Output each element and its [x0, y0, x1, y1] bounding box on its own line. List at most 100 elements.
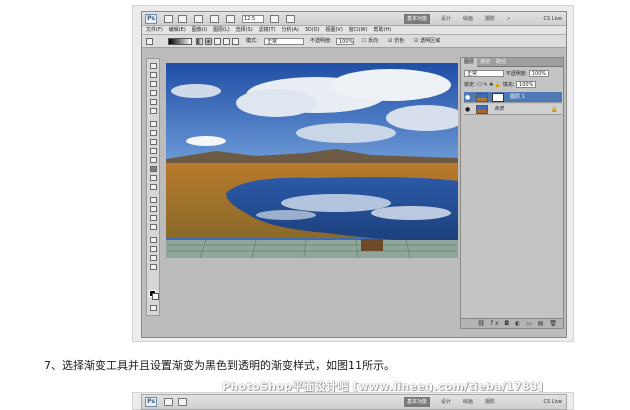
- bridge-icon: [164, 15, 173, 23]
- layers-panel: 图层 通道 路径 正常 不透明度: 100% 锁定: ☐ ✎ ✥ 🔒 填充: 100…: [460, 57, 564, 329]
- menu-window: 窗口(W): [348, 27, 368, 33]
- menu-layer: 图层(L): [213, 27, 230, 33]
- lock-icons: ☐ ✎ ✥ 🔒: [477, 82, 502, 88]
- layer-mask-thumbnail: [492, 93, 504, 102]
- lock-icon: 🔒: [550, 106, 558, 113]
- figure-2-frame: Ps 基本功能 设计 绘画 摄影 CS Live: [132, 392, 574, 410]
- workspace-design: 设计: [441, 16, 452, 22]
- zoom-level: 12.5: [242, 15, 264, 23]
- quick-mask-icon: [150, 305, 157, 311]
- blend-mode-select: 正常: [464, 70, 504, 77]
- move-tool-icon: [150, 63, 157, 69]
- angle-gradient-icon: [214, 38, 221, 45]
- healing-brush-tool-icon: [150, 121, 157, 127]
- tool-preset-icon: [146, 38, 153, 45]
- panel-opacity-value: 100%: [528, 70, 550, 77]
- layer-name: 背景: [494, 106, 505, 112]
- lasso-tool-icon: [150, 81, 157, 87]
- menu-view: 视图(V): [325, 27, 343, 33]
- path-select-tool-icon: [150, 215, 157, 221]
- opacity-value: 100%: [336, 38, 354, 45]
- panel-tabs: 图层 通道 路径: [461, 58, 563, 67]
- gradient-tool-icon: [150, 166, 157, 172]
- screen-mode-icon: [286, 15, 295, 23]
- dither-checkbox: ☑ 仿色: [388, 38, 405, 44]
- app-bar: Ps 12.5 基本功能 设计 绘画 摄影 » CS Live: [142, 12, 566, 26]
- quick-select-tool-icon: [150, 90, 157, 96]
- workspace-more: »: [507, 16, 511, 22]
- menu-filter: 滤镜(T): [258, 27, 276, 33]
- menu-image: 图像(I): [191, 27, 208, 33]
- layer-name: 图层 1: [510, 94, 525, 100]
- panel-bottom-icons: ⛓ fx ◘ ◐ ▭ ▤ 🗑: [461, 318, 563, 328]
- ps-logo: Ps: [145, 14, 157, 24]
- blur-tool-icon: [150, 175, 157, 181]
- photoshop-window: Ps 12.5 基本功能 设计 绘画 摄影 » CS Live 文件(F) 编辑…: [141, 11, 567, 338]
- document-canvas: [166, 63, 458, 258]
- cs-live: CS Live: [543, 16, 562, 22]
- hand-tool-icon: [150, 255, 157, 261]
- lock-label: 锁定:: [464, 82, 476, 88]
- fill-value: 100%: [516, 81, 537, 88]
- radial-gradient-icon: [205, 38, 212, 45]
- dither-label: 仿色: [394, 38, 405, 44]
- mode-label: 模式:: [246, 38, 258, 44]
- eyedropper-tool-icon: [150, 108, 157, 114]
- landscape-photo-image: [166, 63, 458, 258]
- 3d-orbit-tool-icon: [150, 246, 157, 252]
- reverse-checkbox: ☐ 反向: [362, 38, 379, 44]
- brush-tool-icon: [150, 130, 157, 136]
- workspace-essentials: 基本功能: [404, 14, 431, 24]
- bridge-icon: [164, 398, 173, 406]
- blend-row: 正常 不透明度: 100%: [464, 70, 550, 78]
- eraser-tool-icon: [150, 157, 157, 163]
- background-color-swatch: [152, 293, 159, 300]
- zoom-tool-icon: [150, 264, 157, 270]
- reflected-gradient-icon: [223, 38, 230, 45]
- options-bar: 模式: 正常 不透明度: 100% ☐ 反向 ☑ 仿色 ☑ 透明区域: [142, 35, 566, 48]
- visibility-eye-icon: ●: [465, 94, 471, 101]
- menu-edit: 编辑(E): [168, 27, 186, 33]
- diamond-gradient-icon: [232, 38, 239, 45]
- menu-help: 帮助(H): [373, 27, 392, 33]
- mode-select: 正常: [264, 38, 304, 45]
- step-caption: 7、选择渐变工具并且设置渐变为黑色到透明的渐变样式，如图11所示。: [44, 359, 395, 372]
- menu-file: 文件(F): [146, 27, 163, 33]
- panel-opacity-label: 不透明度:: [505, 71, 528, 77]
- history-brush-tool-icon: [150, 148, 157, 154]
- dodge-tool-icon: [150, 184, 157, 190]
- layer-thumbnail: [476, 93, 488, 102]
- opacity-label: 不透明度:: [310, 38, 332, 44]
- shape-tool-icon: [150, 224, 157, 230]
- tab-layers: 图层: [461, 58, 478, 67]
- workspace-photography: 摄影: [485, 16, 496, 22]
- crop-tool-icon: [150, 99, 157, 105]
- menu-select: 选择(S): [235, 27, 253, 33]
- view-extras-icon: [194, 15, 203, 23]
- menu-bar: 文件(F) 编辑(E) 图像(I) 图层(L) 选择(S) 滤镜(T) 分析(A…: [142, 26, 566, 35]
- clone-stamp-tool-icon: [150, 139, 157, 145]
- transparency-checkbox: ☑ 透明区域: [414, 38, 441, 44]
- visibility-eye-icon: ●: [465, 106, 471, 113]
- tab-paths: 路径: [496, 59, 507, 65]
- transparency-label: 透明区域: [420, 38, 441, 44]
- type-tool-icon: [150, 206, 157, 212]
- menu-3d: 3D(D): [304, 27, 320, 33]
- layer-row-layer1: ● 图层 1: [464, 92, 562, 103]
- mini-bridge-icon: [178, 15, 187, 23]
- pen-tool-icon: [150, 197, 157, 203]
- linear-gradient-icon: [196, 38, 203, 45]
- toolbox: [146, 58, 160, 316]
- layer-thumbnail: [476, 105, 488, 114]
- lock-row: 锁定: ☐ ✎ ✥ 🔒 填充: 100%: [464, 81, 537, 89]
- figure-1-frame: Ps 12.5 基本功能 设计 绘画 摄影 » CS Live 文件(F) 编辑…: [132, 5, 574, 342]
- workspace-painting: 绘画: [463, 16, 474, 22]
- hand-tool-icon: [226, 15, 235, 23]
- reverse-label: 反向: [368, 38, 379, 44]
- mini-bridge-icon: [178, 398, 187, 406]
- layer-row-background: ● 背景 🔒: [464, 104, 562, 115]
- gradient-swatch: [168, 38, 192, 45]
- 3d-rotate-tool-icon: [150, 237, 157, 243]
- menu-analysis: 分析(A): [281, 27, 299, 33]
- tab-channels: 通道: [480, 59, 491, 65]
